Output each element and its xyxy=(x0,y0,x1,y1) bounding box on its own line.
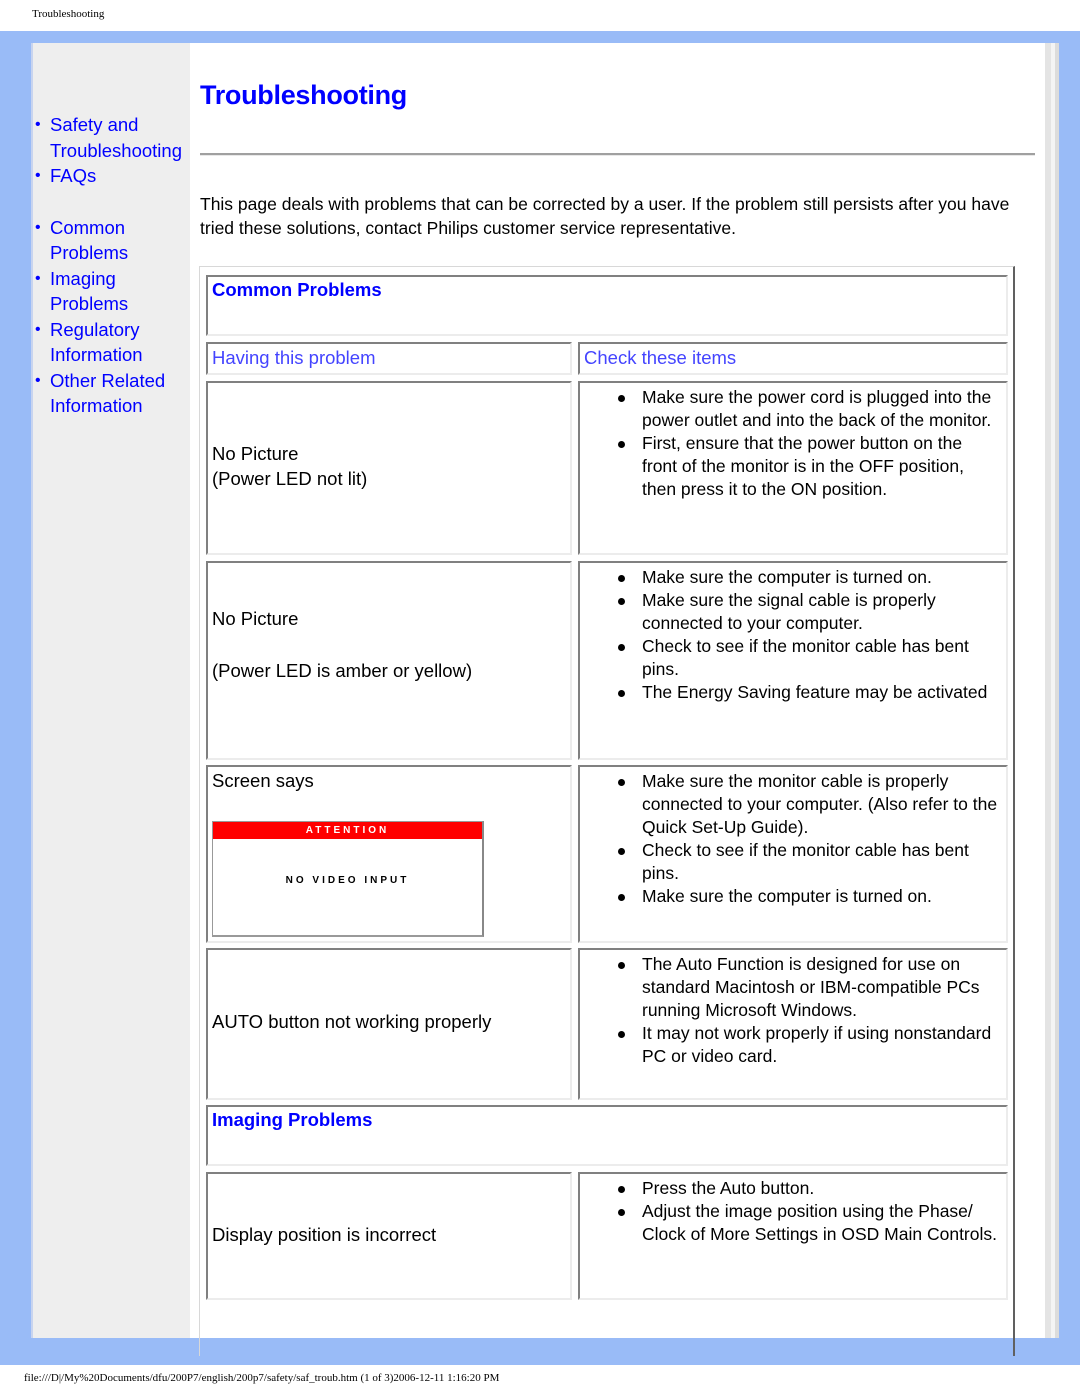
bullet-icon: • xyxy=(35,218,41,236)
list-item: Check to see if the monitor cable has be… xyxy=(616,635,998,681)
table-row-problem-cell: Display position is incorrect xyxy=(206,1172,572,1300)
sidebar-item-regulatory-information[interactable]: • Regulatory Information xyxy=(35,317,195,368)
list-item: The Energy Saving feature may be activat… xyxy=(616,681,998,704)
problem-text: No Picture xyxy=(212,608,299,629)
problem-text: AUTO button not working properly xyxy=(212,1011,492,1032)
bullet-icon: • xyxy=(35,320,41,338)
problem-text: No Picture xyxy=(212,443,299,464)
bullet-icon: • xyxy=(35,269,41,287)
list-item: Press the Auto button. xyxy=(616,1177,998,1200)
table-row-check-cell: Make sure the computer is turned on. Mak… xyxy=(578,561,1008,760)
check-list: Make sure the monitor cable is properly … xyxy=(616,770,998,908)
table-row-problem-cell: Screen says ATTENTION NO VIDEO INPUT xyxy=(206,765,572,943)
column-header-check: Check these items xyxy=(578,342,1008,375)
list-item: Make sure the computer is turned on. xyxy=(616,885,998,908)
list-item: Adjust the image position using the Phas… xyxy=(616,1200,998,1246)
common-problems-header-cell: Common Problems xyxy=(206,275,1008,336)
check-list: Make sure the computer is turned on. Mak… xyxy=(616,566,998,704)
list-item: Check to see if the monitor cable has be… xyxy=(616,839,998,885)
sidebar-item-other-related-information[interactable]: • Other Related Information xyxy=(35,368,195,419)
list-item: Make sure the computer is turned on. xyxy=(616,566,998,589)
check-list: The Auto Function is designed for use on… xyxy=(616,953,998,1068)
table-row-check-cell: Make sure the power cord is plugged into… xyxy=(578,381,1008,555)
list-item: Make sure the signal cable is properly c… xyxy=(616,589,998,635)
osd-message: NO VIDEO INPUT xyxy=(285,875,410,886)
list-item: Make sure the power cord is plugged into… xyxy=(616,386,998,432)
problem-text: Screen says xyxy=(212,770,314,791)
table-row-check-cell: Press the Auto button. Adjust the image … xyxy=(578,1172,1008,1300)
problem-detail: (Power LED not lit) xyxy=(212,467,368,489)
list-item: The Auto Function is designed for use on… xyxy=(616,953,998,1022)
osd-attention-bar: ATTENTION xyxy=(213,822,482,839)
table-row-problem-cell: AUTO button not working properly xyxy=(206,948,572,1100)
table-row-problem-cell: No Picture (Power LED not lit) xyxy=(206,381,572,555)
check-list: Make sure the power cord is plugged into… xyxy=(616,386,998,501)
sidebar-item-common-problems[interactable]: • Common Problems xyxy=(35,215,195,266)
common-problems-title: Common Problems xyxy=(212,279,382,300)
print-header: Troubleshooting xyxy=(32,8,105,20)
problem-text: Display position is incorrect xyxy=(212,1224,437,1245)
problem-detail: (Power LED is amber or yellow) xyxy=(212,659,473,681)
sidebar-nav: • Safety and Troubleshooting • FAQs • Co… xyxy=(35,112,195,419)
bullet-icon: • xyxy=(35,167,41,184)
check-list: Press the Auto button. Adjust the image … xyxy=(616,1177,998,1246)
intro-text: This page deals with problems that can b… xyxy=(200,194,1010,238)
list-item: It may not work properly if using nonsta… xyxy=(616,1022,998,1068)
bullet-icon: • xyxy=(35,371,41,389)
page-title: Troubleshooting xyxy=(200,80,407,110)
sidebar-item-faqs[interactable]: • FAQs xyxy=(35,163,195,189)
scrollbar-edge xyxy=(1055,43,1059,1338)
sidebar-item-imaging-problems[interactable]: • Imaging Problems xyxy=(35,266,195,317)
bullet-icon: • xyxy=(35,116,41,133)
divider xyxy=(200,153,1035,156)
osd-screenshot: ATTENTION NO VIDEO INPUT xyxy=(212,821,484,937)
column-header-problem: Having this problem xyxy=(206,342,572,375)
list-item: Make sure the monitor cable is properly … xyxy=(616,770,998,839)
sidebar-item-safety-and-troubleshooting[interactable]: • Safety and Troubleshooting xyxy=(35,112,195,163)
list-item: First, ensure that the power button on t… xyxy=(616,432,998,501)
table-row-check-cell: The Auto Function is designed for use on… xyxy=(578,948,1008,1100)
imaging-problems-title: Imaging Problems xyxy=(212,1109,373,1130)
table-row-problem-cell: No Picture (Power LED is amber or yellow… xyxy=(206,561,572,760)
print-footer: file:///D|/My%20Documents/dfu/200P7/engl… xyxy=(24,1372,500,1384)
imaging-problems-header-cell: Imaging Problems xyxy=(206,1105,1008,1166)
table-row-check-cell: Make sure the monitor cable is properly … xyxy=(578,765,1008,943)
